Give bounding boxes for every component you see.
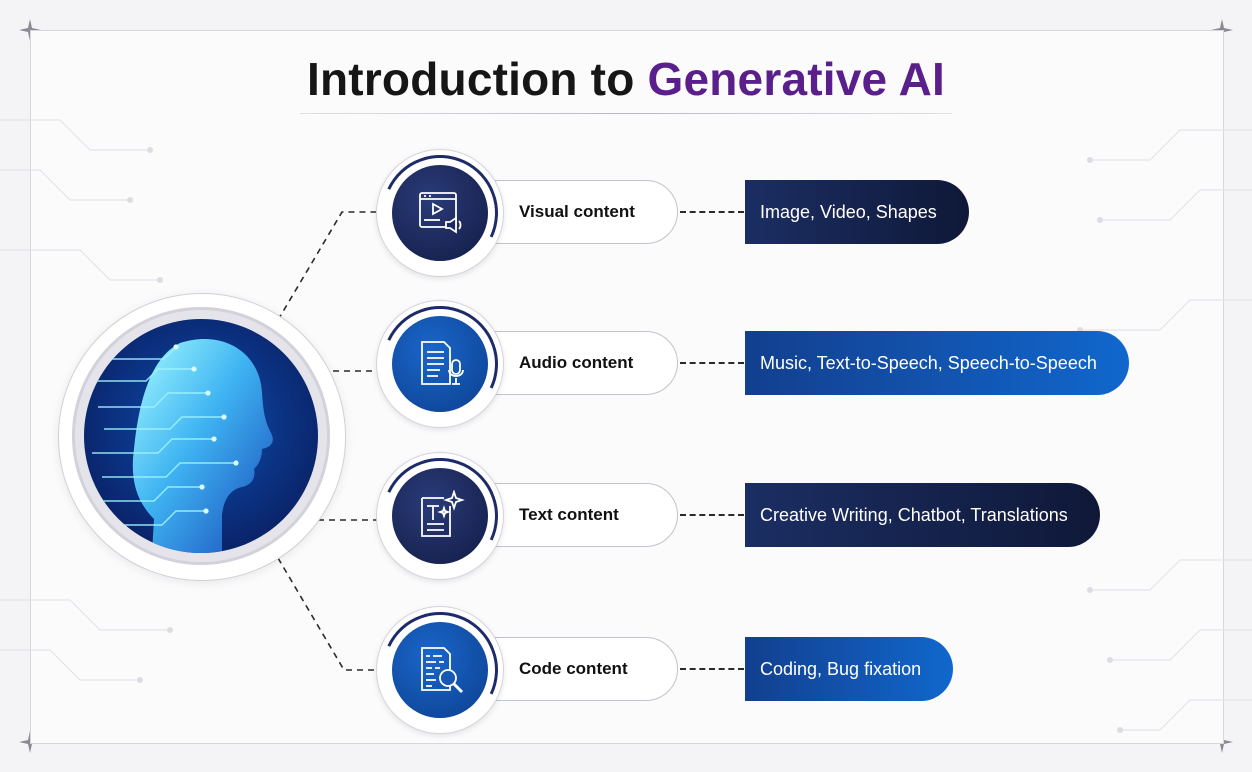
category-row-audio: Audio content Music, Text-to-Speech, Spe…: [0, 289, 1252, 439]
detail-connector: [680, 362, 744, 364]
document-text-sparkle-icon: [392, 468, 488, 564]
category-details: Coding, Bug fixation: [745, 637, 954, 701]
category-row-text: Text content Creative Writing, Chatbot, …: [0, 441, 1252, 591]
video-player-speaker-icon: [392, 165, 488, 261]
category-label: Visual content: [519, 202, 635, 221]
category-details: Creative Writing, Chatbot, Translations: [745, 483, 1100, 547]
category-label: Text content: [519, 505, 619, 524]
detail-connector: [680, 668, 744, 670]
detail-connector: [680, 211, 744, 213]
category-details: Music, Text-to-Speech, Speech-to-Speech: [745, 331, 1129, 395]
category-row-visual: Visual content Image, Video, Shapes: [0, 138, 1252, 288]
category-label: Code content: [519, 659, 628, 678]
detail-connector: [680, 514, 744, 516]
category-row-code: Code content Coding, Bug fixation: [0, 595, 1252, 745]
category-details: Image, Video, Shapes: [745, 180, 969, 244]
document-microphone-icon: [392, 316, 488, 412]
category-label: Audio content: [519, 353, 634, 372]
document-magnifier-icon: [392, 622, 488, 718]
